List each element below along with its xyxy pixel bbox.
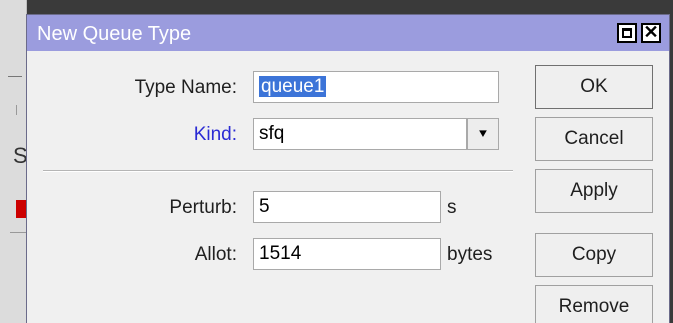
allot-label: Allot: [194,244,237,265]
type-name-label: Type Name: [134,77,237,98]
copy-button[interactable]: Copy [535,233,653,277]
allot-input[interactable]: 1514 [253,238,441,270]
perturb-unit: s [447,197,457,218]
allot-unit: bytes [447,244,493,265]
kind-value: sfq [259,123,285,144]
background-red-marker [16,200,26,218]
dialog-title: New Queue Type [37,23,192,45]
allot-value: 1514 [259,243,302,264]
background-line [8,76,22,77]
screen: S New Queue Type ✕ Type Name: queue1 Kin… [0,0,673,323]
perturb-input[interactable]: 5 [253,191,441,223]
dropdown-arrow-icon[interactable]: ⯆ [467,118,499,150]
separator [43,170,513,172]
perturb-value: 5 [259,196,270,217]
remove-button[interactable]: Remove [535,285,653,323]
cancel-button[interactable]: Cancel [535,117,653,161]
close-icon[interactable]: ✕ [641,23,661,43]
dialog-titlebar[interactable]: New Queue Type ✕ [27,15,669,51]
background-tick [16,105,23,115]
type-name-value: queue1 [259,76,327,97]
ok-button[interactable]: OK [535,65,653,109]
background-window: S [0,0,28,323]
perturb-label: Perturb: [169,197,237,218]
type-name-input[interactable]: queue1 [253,71,499,103]
new-queue-type-dialog: New Queue Type ✕ Type Name: queue1 Kind:… [26,14,670,323]
kind-select[interactable]: sfq [253,118,467,150]
background-line [10,232,26,233]
maximize-icon[interactable] [617,23,637,43]
apply-button[interactable]: Apply [535,169,653,213]
kind-label: Kind: [193,124,237,145]
